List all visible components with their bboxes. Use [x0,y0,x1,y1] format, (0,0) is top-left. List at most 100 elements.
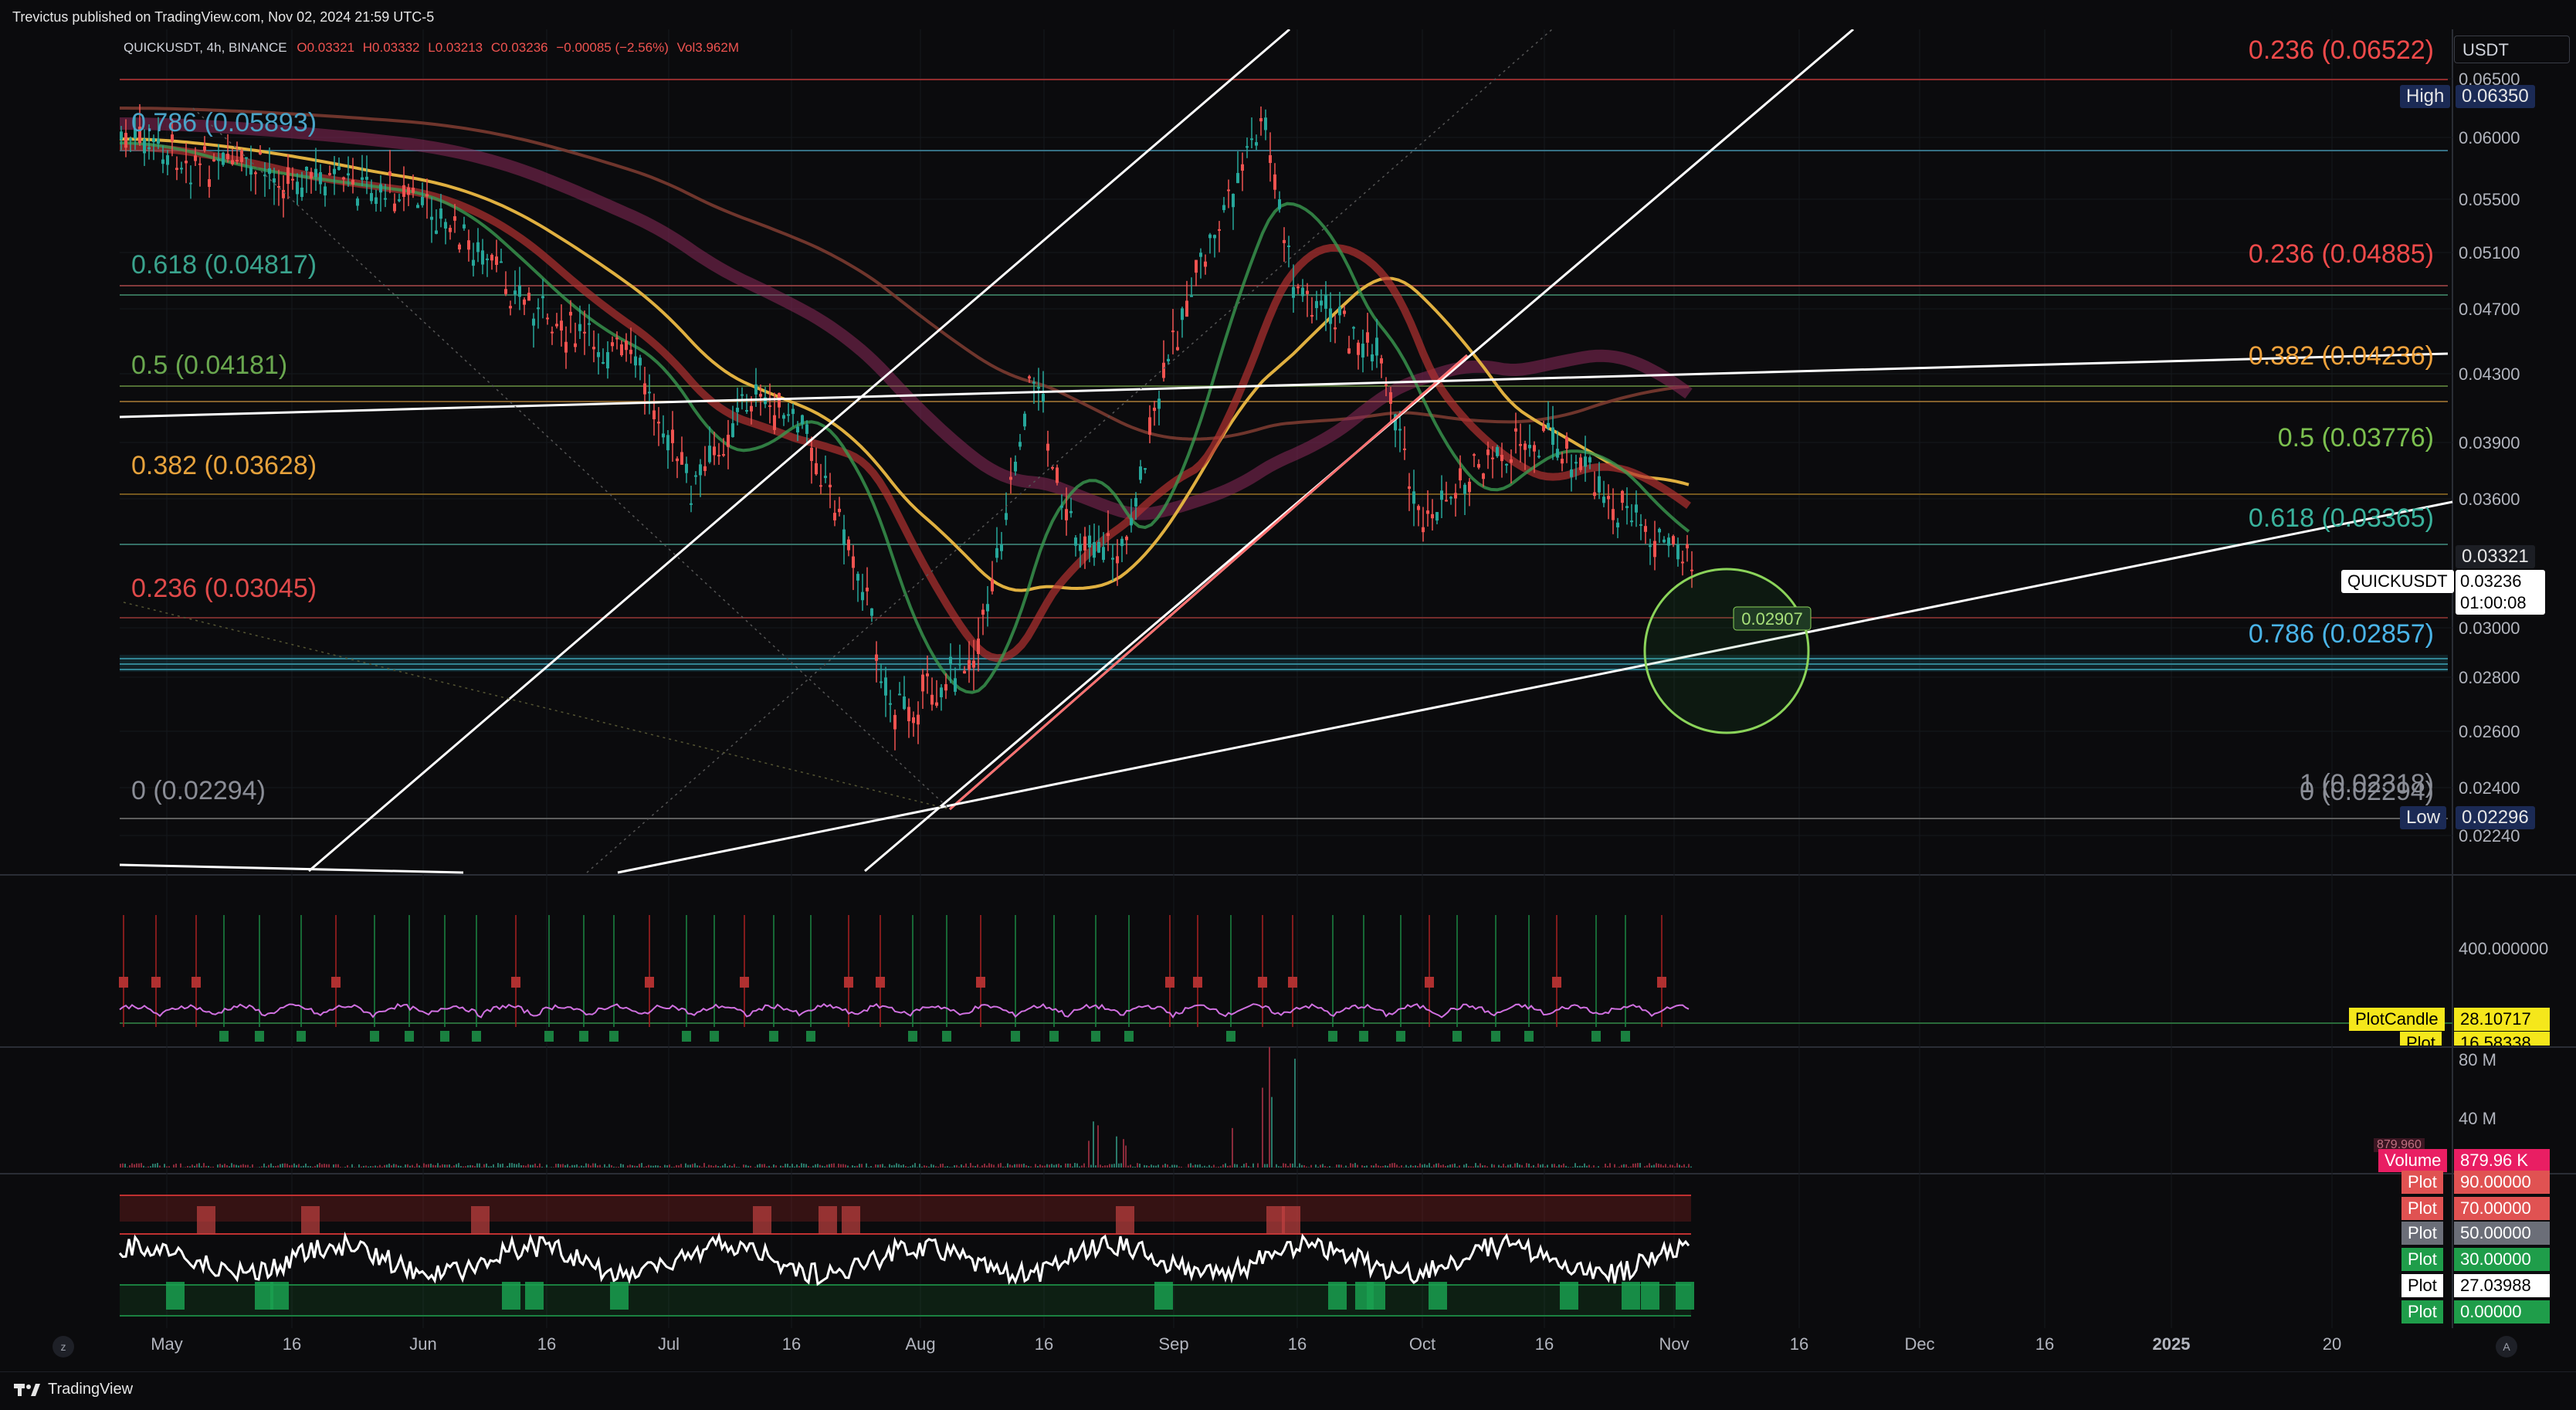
auto-scale-button[interactable]: A [2496,1336,2517,1357]
oversold-marker [1622,1282,1640,1310]
candle-body [1449,497,1452,499]
volume-bar [553,1167,554,1168]
volume-bar [669,1164,670,1168]
candle-body [690,503,693,505]
volume-bar [912,1165,913,1168]
volume-bar [578,1167,580,1168]
volume-bar [134,1164,135,1168]
price-chart[interactable]: 0.02907 [0,29,2576,1334]
candle-body [518,285,521,297]
candle-body [870,608,873,616]
candle-body [1653,541,1656,558]
volume-bar [1213,1164,1215,1168]
volume-bar [699,1166,700,1168]
volume-bar [968,1167,969,1168]
fib-right-label-0: 0.236 (0.06522) [2249,36,2434,66]
volume-bar [664,1165,666,1168]
candle-body [1658,529,1661,532]
candle-body [226,154,229,159]
candle-body [1176,347,1179,350]
candle-body [1324,295,1327,309]
candle-body [560,320,563,330]
volume-bar [1591,1167,1592,1168]
candle-body [1380,358,1383,364]
currency-selector[interactable]: USDT [2454,36,2570,63]
volume-bar [1264,1164,1266,1168]
volume-bar [1426,1165,1428,1168]
volume-label: Volume [2378,1149,2447,1172]
volume-bar [296,1165,297,1168]
volume-bar [1076,1164,1078,1168]
signal-marker [1165,977,1174,988]
volume-bar [328,1164,330,1168]
candle-body [458,245,461,249]
candle-body [1158,398,1161,408]
signal-marker [710,1031,719,1042]
candle-body [880,681,883,683]
overbought-marker [301,1206,320,1234]
candle-body [1417,506,1420,510]
candle-body [1533,445,1536,451]
volume-bar [1475,1163,1476,1168]
volume-bar [636,1166,638,1168]
volume-bar [1347,1167,1349,1168]
zoom-toggle-button[interactable]: z [53,1336,74,1357]
candle-body [787,414,790,415]
volume-bar [1051,1164,1052,1168]
volume-bar [377,1166,378,1168]
candle-body [1371,354,1374,361]
volume-bar [1382,1166,1384,1168]
volume-bar [734,1164,735,1168]
volume-bar [840,1164,842,1168]
volume-bar [648,1165,649,1168]
volume-bar [822,1166,823,1168]
candle-body [319,172,322,185]
volume-bar [984,1164,985,1168]
fib-right-label-4: 0.618 (0.03365) [2249,503,2434,534]
volume-bar [205,1166,207,1168]
candle-body [1505,464,1508,466]
candle-body [662,433,665,437]
volume-bar [405,1164,406,1168]
candle-body [1310,315,1313,317]
signal-marker [370,1031,379,1042]
candle-body [1334,327,1337,329]
volume-bar [759,1164,761,1168]
time-tick: Aug [905,1334,935,1354]
candle-body [1366,332,1369,342]
candle-body [120,131,123,140]
candle-body [1343,310,1346,314]
volume-bar [1058,1164,1059,1168]
candle-body [185,161,188,163]
candle-body [1014,462,1017,471]
time-tick: 16 [2035,1334,2054,1354]
volume-bar [1280,1167,1282,1168]
time-tick: 16 [1035,1334,1053,1354]
candle-body [703,466,707,471]
candle-body [1283,240,1286,243]
volume-bar [131,1164,133,1168]
volume-bar [365,1165,367,1168]
signal-marker [876,977,885,988]
volume-bar [604,1164,605,1168]
volume-bar [847,1166,849,1168]
volume-bar [891,1165,893,1168]
tradingview-brand[interactable]: TradingView [14,1381,133,1398]
volume-bar [219,1164,221,1168]
volume-bar [293,1164,295,1168]
volume-bar [1109,1164,1110,1168]
volume-bar [502,1164,503,1168]
candle-body [1463,485,1466,494]
time-tick: May [151,1334,183,1354]
tradingview-logo-icon [14,1382,40,1398]
candle-body [402,185,405,197]
rsi-level-label: Plot [2401,1222,2443,1245]
volume-bar [1449,1164,1451,1168]
candle-body [805,424,808,433]
volume-bar [826,1164,828,1168]
candle-body [1649,545,1652,547]
volume-bar [1391,1163,1393,1168]
volume-bar [991,1164,992,1168]
volume-bar [175,1164,177,1168]
volume-bar [504,1167,506,1168]
